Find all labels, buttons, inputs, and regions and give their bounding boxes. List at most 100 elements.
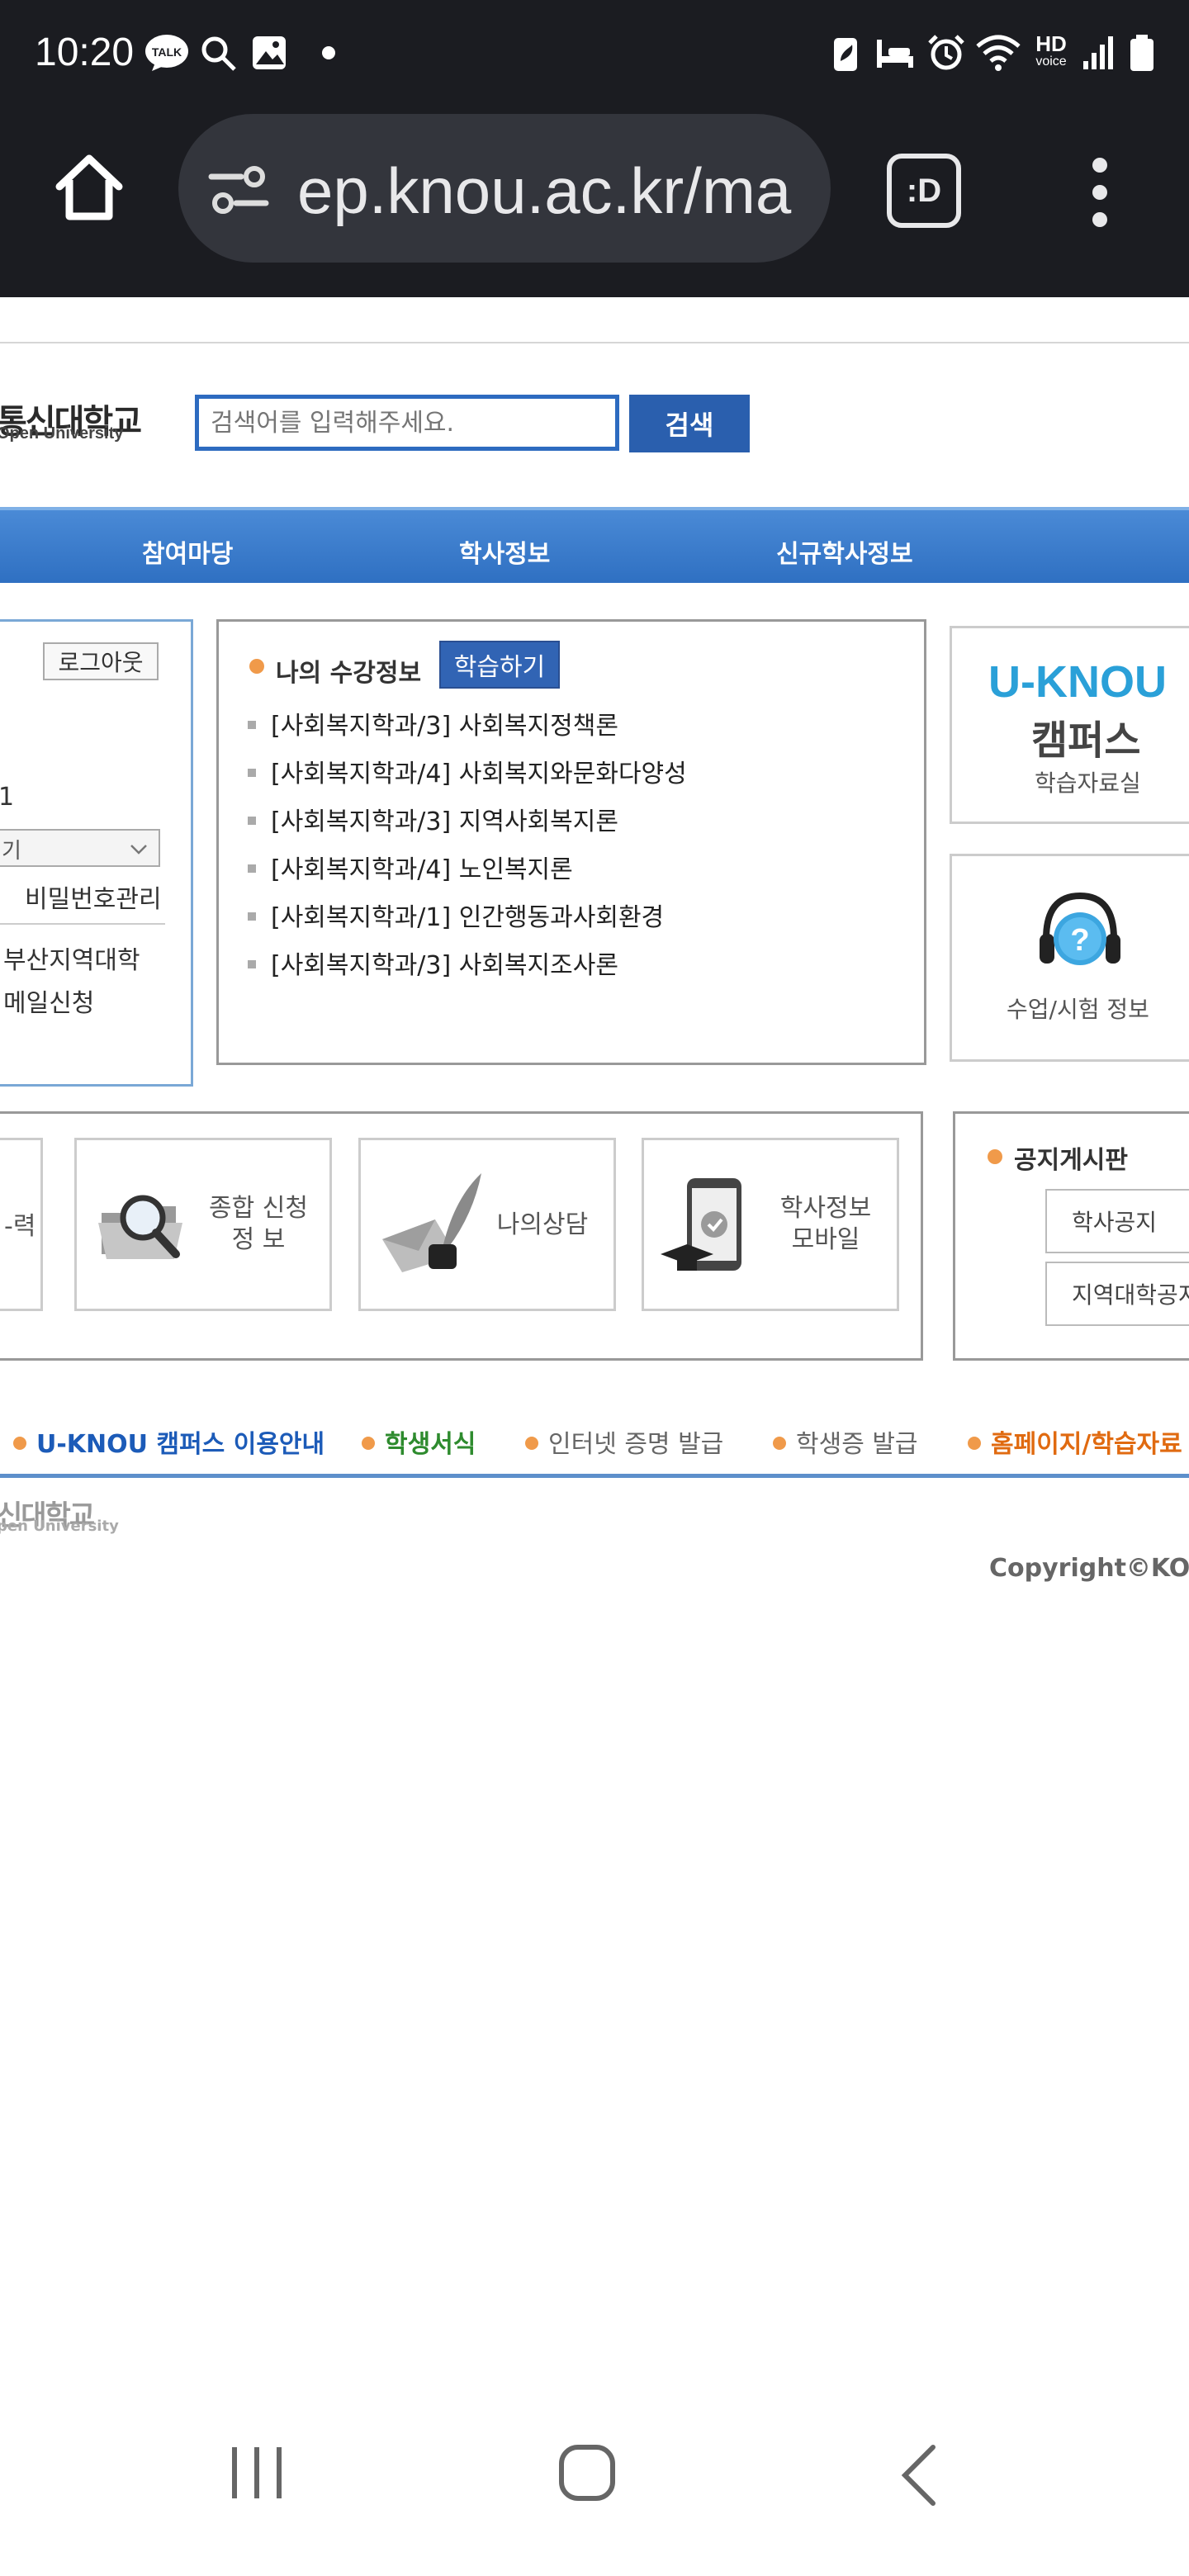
quick-card-mobile[interactable]: 학사정보 모바일 [642,1138,899,1311]
study-button[interactable]: 학습하기 [439,641,560,689]
square-bullet-icon [248,769,256,777]
quick-card-partial-label: -력 [4,1212,36,1241]
footer-link-homepage-materials[interactable]: 홈페이지/학습자료 [968,1423,1182,1460]
password-manage-link[interactable]: 비밀번호관리 [25,878,162,915]
list-item[interactable]: [사회복지학과/4] 사회복지와문화다양성 [248,753,687,789]
quick-card-mobile-label2: 모바일 [791,1225,860,1254]
list-item[interactable]: [사회복지학과/3] 사회복지정책론 [248,705,618,741]
orange-bullet-icon [988,1149,1002,1164]
url-text[interactable]: ep.knou.ac.kr/ma [297,154,805,229]
copyright-text: Copyright©KO [989,1554,1189,1583]
screen: 10:20 TALK HD voice ep.knou.ac.kr/ma:D … [0,0,1189,2576]
footer-link-student-id[interactable]: 학생증 발급 [773,1423,918,1460]
list-item[interactable]: [사회복지학과/1] 인간행동과사회환경 [248,897,664,933]
orange-bullet-icon [13,1437,26,1450]
orange-bullet-icon [249,659,264,674]
browser-chrome: 10:20 TALK HD voice ep.knou.ac.kr/ma:D [0,0,1189,297]
uknou-campus-banner[interactable]: U-KNOU 캠퍼스 학습자료실 [950,626,1189,824]
square-bullet-icon [248,817,256,825]
back-button[interactable] [898,2444,940,2507]
svg-text:?: ? [1070,923,1089,958]
course-link[interactable]: [사회복지학과/3] 사회복지조사론 [271,951,618,980]
page-top-divider [0,342,1189,343]
main-nav: 참여마당 학사정보 신규학사정보 [0,507,1189,583]
sleep-icon [874,33,917,73]
footer-link-uknou-guide[interactable]: U-KNOU 캠퍼스 이용안내 [13,1423,324,1460]
footer-link-label[interactable]: 인터넷 증명 발급 [548,1430,723,1459]
footer-link-label[interactable]: 학생증 발급 [796,1430,918,1459]
mobile-grad-cap-icon [659,1173,758,1281]
quick-card-application-info[interactable]: 종합 신청 정 보 [74,1138,332,1311]
status-time: 10:20 [35,31,135,74]
battery-saver-icon [829,33,862,73]
wifi-icon [974,33,1022,73]
battery-icon [1128,33,1156,73]
academic-notice-button[interactable]: 학사공지 [1045,1189,1189,1253]
list-item[interactable]: [사회복지학과/3] 지역사회복지론 [248,801,618,837]
quick-card-counseling[interactable]: 나의상담 [358,1138,616,1311]
notice-board-title: 공지게시판 [1014,1146,1128,1175]
quick-card-application-info-label1: 종합 신청 [209,1194,308,1223]
course-link[interactable]: [사회복지학과/3] 지역사회복지론 [271,807,618,836]
orange-bullet-icon [773,1437,786,1450]
more-menu-icon[interactable] [1083,157,1116,228]
orange-bullet-icon [362,1437,375,1450]
search-button[interactable]: 검색 [629,395,750,452]
alarm-icon [926,33,966,73]
search-input[interactable] [195,395,619,451]
list-item[interactable]: [사회복지학과/3] 사회복지조사론 [248,945,618,981]
orange-bullet-icon [525,1437,538,1450]
quill-envelope-icon [377,1165,485,1281]
course-link[interactable]: [사회복지학과/1] 인간행동과사회환경 [271,903,664,932]
uknou-logo-text: U-KNOU [988,657,1167,707]
list-item[interactable]: [사회복지학과/4] 노인복지론 [248,849,573,885]
uknou-campus-text: 캠퍼스 [1031,717,1141,764]
signal-icon [1082,33,1118,73]
square-bullet-icon [248,912,256,921]
nav-item-academic-info[interactable]: 학사정보 [459,533,550,570]
orange-bullet-icon [968,1437,981,1450]
folder-search-icon [97,1180,187,1271]
dot-icon [319,33,339,73]
gallery-icon [249,33,289,73]
course-link[interactable]: [사회복지학과/4] 사회복지와문화다양성 [271,760,687,788]
footer-link-label[interactable]: 홈페이지/학습자료 [991,1430,1182,1459]
login-divider [0,923,165,925]
home-icon[interactable] [51,150,127,225]
search-icon [198,33,238,73]
hd-voice-icon: HD voice [1035,31,1067,69]
logout-button[interactable]: 로그아웃 [43,642,159,680]
tabs-button[interactable]: :D [887,154,961,228]
university-logo-en: Open University [0,424,124,443]
talk-icon: TALK [144,33,190,73]
svg-text:TALK: TALK [152,45,182,59]
square-bullet-icon [248,721,256,729]
square-bullet-icon [248,864,256,873]
footer-logo-en: pen University [0,1518,119,1535]
regional-notice-button[interactable]: 지역대학공지 [1045,1262,1189,1326]
footer-link-student-forms[interactable]: 학생서식 [362,1423,476,1460]
recents-button[interactable] [228,2444,286,2502]
class-exam-info-banner[interactable]: ? 수업/시험 정보 [950,854,1189,1062]
site-settings-icon[interactable] [208,165,269,216]
footer-link-internet-certificate[interactable]: 인터넷 증명 발급 [525,1423,723,1460]
mail-request-link[interactable]: 메일신청 [3,983,94,1019]
nav-item-participation[interactable]: 참여마당 [142,533,233,570]
uknou-sub-text: 학습자료실 [1035,769,1141,797]
footer-link-label[interactable]: U-KNOU 캠퍼스 이용안내 [36,1430,324,1459]
chevron-down-icon [129,839,149,859]
quick-card-mobile-label1: 학사정보 [779,1194,872,1223]
semester-select-value: 기 [2,839,21,864]
footer-link-label[interactable]: 학생서식 [385,1430,476,1459]
student-number-fragment: 1 [0,783,15,812]
quick-card-counseling-label: 나의상담 [496,1210,589,1239]
course-link[interactable]: [사회복지학과/3] 사회복지정책론 [271,712,618,741]
nav-item-new-academic-info[interactable]: 신규학사정보 [776,533,913,570]
semester-select[interactable]: 기 [0,829,160,867]
quick-card-application-info-label2: 정 보 [231,1225,286,1254]
course-info-title: 나의 수강정보 [276,659,422,688]
region-campus-link[interactable]: 부산지역대학 [3,940,140,976]
home-button[interactable] [558,2444,616,2502]
quick-card-partial[interactable]: -력 [0,1138,43,1311]
course-link[interactable]: [사회복지학과/4] 노인복지론 [271,855,573,884]
